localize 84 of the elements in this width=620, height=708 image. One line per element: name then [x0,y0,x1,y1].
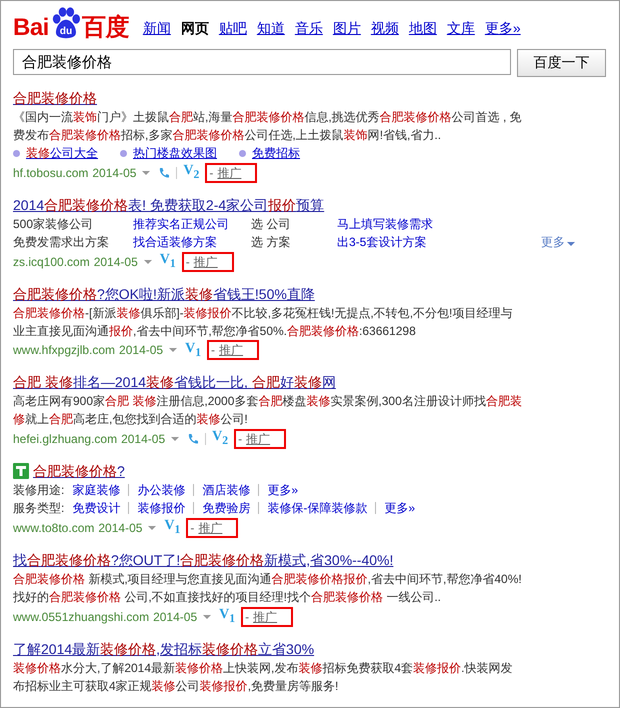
result-url: www.0551zhuangshi.com [13,608,150,626]
result-date: 2014-05 [94,254,138,271]
category-link[interactable]: 免费设计 [72,502,128,514]
bullet-icon [120,150,127,156]
result-url: hf.tobosu.com [13,164,88,182]
nav-tab[interactable]: 文库 [446,20,475,38]
result-snippet: 合肥装修价格-[新派装修俱乐部]-装修报价不比较,多花冤枉钱!无提点,不转包,不分包!项目经理与业主直接见面沟通报价,省去中间环节,帮您净省50%.合肥装修价格:63661298 [13,304,514,340]
baidu-logo[interactable]: Bai du 百度 [13,7,129,41]
phone-icon[interactable] [187,433,200,446]
bullet-icon [239,150,246,156]
result-url: www.to8to.com [13,520,94,538]
dash-text: - [209,164,214,181]
nav-tab[interactable]: 音乐 [294,20,323,38]
result-snippet: 《国内一流装饰门户》土拨鼠合肥站,海量合肥装修价格信息,挑选优秀合肥装修价格公司首选 , 免费发布合肥装修价格招标,多家合肥装修价格公司任选,上土拨鼠装饰网!省钱,省力.. [13,109,523,144]
result-date: 2014-05 [121,431,166,448]
result-title[interactable]: 找合肥装修价格?您OUT了!合肥装修价格新模式,省30%--40%! [13,550,394,570]
caret-icon[interactable] [171,437,180,442]
nav-tab[interactable]: 更多» [484,20,521,38]
caret-icon[interactable] [142,170,150,175]
search-button[interactable]: 百度一下 [517,49,606,77]
promo-link[interactable]: 推广 [219,342,244,358]
grid-link[interactable]: 推荐实名正规公司 [133,214,251,233]
result-date: 2014-05 [153,608,198,626]
dash-text: - [190,520,194,536]
result-snippet: 高老庄网有900家合肥 装修注册信息,2000多套合肥楼盘装修实景案例,300名注册设计师找合肥装修就上合肥高老庄,包您找到合适的装修公司! [13,393,523,428]
category-label: 装修用途: [13,482,64,500]
grid-text: 500家装修公司 [13,216,94,233]
dash-text: - [245,608,250,625]
promo-link[interactable]: 推广 [194,254,218,270]
sitelink[interactable]: 免费招标 [252,144,300,162]
phone-icon[interactable] [158,166,170,179]
result-title[interactable]: 合肥装修价格?您OK啦!新派装修省钱王!50%直降 [13,284,315,304]
category-link[interactable]: 家庭装修 [72,484,128,496]
result-url: www.hfxpgzjlb.com [13,342,116,360]
nav-tab[interactable]: 知道 [256,20,285,38]
result-title[interactable]: 合肥装修价格 [13,88,97,108]
category-link[interactable]: 办公装修 [128,484,194,496]
result-title[interactable]: 2014合肥装修价格表! 免费获取2-4家公司报价预算 [13,194,324,215]
promo-link[interactable]: 推广 [217,164,242,181]
caret-icon[interactable] [148,526,156,530]
result-title[interactable]: 了解2014最新装修价格,发招标装修价格立省30% [13,638,314,659]
sitelink[interactable]: 热门楼盘效果图 [133,144,217,162]
result-url: hefei.glzhuang.com [13,431,118,448]
category-label: 服务类型: [13,500,64,518]
letter-t-icon [13,463,29,480]
caret-icon[interactable] [203,614,212,619]
nav-tab[interactable]: 网页 [180,20,209,38]
result-date: 2014-05 [119,342,164,360]
grid-link[interactable]: 出3-5套设计方案 [337,232,517,251]
result-date: 2014-05 [92,164,136,182]
nav-tab[interactable]: 贴吧 [218,20,247,38]
grid-text: 选 公司 [251,216,292,233]
grid-link[interactable]: 找合适装修方案 [133,232,251,251]
category-link[interactable]: 更多» [258,484,306,496]
grid-text: 免费发需求出方案 [13,234,110,251]
grid-text: 选 方案 [251,234,292,251]
result-title[interactable]: 合肥装修价格? [33,461,125,482]
promo-link[interactable]: 推广 [253,608,278,625]
search-field[interactable]: 合肥装修价格 [13,49,511,75]
nav-tab[interactable]: 地图 [408,20,437,38]
result-title[interactable]: 合肥 装修排名—2014装修省钱比一比, 合肥好装修网 [13,372,336,392]
result-date: 2014-05 [98,520,142,538]
more-dropdown[interactable]: 更多 [517,232,577,251]
promo-link[interactable]: 推广 [198,520,222,536]
bullet-icon [13,150,20,156]
dash-text: - [238,431,242,448]
sitelink[interactable]: 装修公司大全 [26,144,98,162]
dash-text: - [186,254,190,270]
nav-tab[interactable]: 图片 [332,20,361,38]
result-snippet: 合肥装修价格 新模式,项目经理与您直接见面沟通合肥装修价格报价,省去中间环节,帮您净省40%!找好的合肥装修价格 公司,不如直接找好的项目经理!找个合肥装修价格 一线公司.. [13,570,523,606]
result-snippet: 装修价格水分大,了解2014最新装修价格上快装网,发布装修招标免费获取4套装修报价.快装网发布招标业主可获取4家正规装修公司装修报价,免费量房等服务! [13,660,514,695]
result-url: zs.icq100.com [13,254,90,271]
dash-text: - [211,342,216,358]
nav-tab[interactable]: 新闻 [142,20,171,38]
nav-tab[interactable]: 视频 [370,20,399,38]
caret-icon[interactable] [169,348,178,352]
promo-link[interactable]: 推广 [246,431,270,448]
grid-link[interactable]: 马上填写装修需求 [337,214,517,233]
caret-icon[interactable] [144,260,152,264]
category-link[interactable]: 酒店装修 [193,484,258,496]
category-link[interactable]: 装修保-保障装修款 [258,502,376,514]
category-link[interactable]: 装修报价 [128,502,194,514]
category-link[interactable]: 更多» [375,502,424,514]
category-link[interactable]: 免费验房 [193,502,258,514]
